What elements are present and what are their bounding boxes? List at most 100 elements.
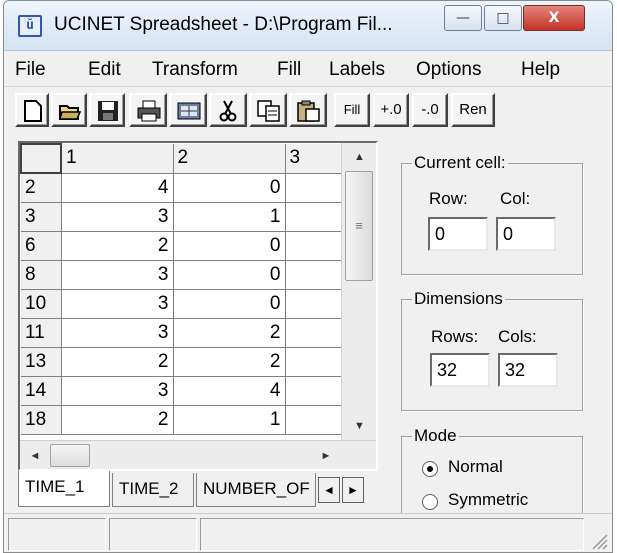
cut-button[interactable] [209,93,247,127]
table-row: 13 2 2 [21,347,343,377]
grid-cell[interactable] [285,289,343,319]
table-row: 8 3 0 [21,260,343,290]
current-cell-panel: Current cell: [401,153,583,275]
scroll-down-arrow-icon[interactable]: ▼ [342,412,376,440]
tab-scroll-right-icon[interactable]: ► [342,477,364,503]
scroll-up-arrow-icon[interactable]: ▲ [342,143,376,171]
menu-bar: File Edit Transform Fill Labels Options … [4,51,612,87]
status-cell [8,518,106,551]
grid-cell[interactable]: 1 [173,202,286,232]
grid-cell[interactable]: 2 [173,347,286,377]
grid-cell[interactable]: 0 [173,231,286,261]
remove-decimal-button[interactable]: -.0 [412,93,448,127]
grid-cell[interactable] [285,405,343,435]
cols-field[interactable]: 32 [498,353,558,387]
column-header[interactable]: 2 [173,144,286,174]
grid-cell[interactable] [285,347,343,377]
close-button[interactable]: X [523,5,585,31]
menu-labels[interactable]: Labels [329,59,385,81]
cols-label: Cols: [498,327,537,346]
grid-cell[interactable]: 0 [173,173,286,203]
grid-cell[interactable]: 3 [61,202,174,232]
grid-cell[interactable] [285,202,343,232]
print-button[interactable] [129,93,167,127]
rows-label: Rows: [431,327,479,346]
save-button[interactable] [89,93,125,127]
current-col-field[interactable]: 0 [496,217,556,251]
grid-cell[interactable]: 3 [61,260,174,290]
row-header[interactable]: 2 [21,173,62,203]
column-header[interactable]: 3 [285,144,343,174]
copy-button[interactable] [249,93,287,127]
current-row-field[interactable]: 0 [428,217,488,251]
mode-normal-label[interactable]: Normal [448,457,503,477]
grid-cell[interactable]: 3 [61,289,174,319]
ucinet-app-icon[interactable]: ŭ [18,15,42,37]
grid-cell[interactable]: 0 [173,260,286,290]
fill-button[interactable]: Fill [334,93,370,127]
grid-cell[interactable]: 0 [173,289,286,319]
tab-number-of[interactable]: NUMBER_OF [196,473,316,507]
horizontal-scrollbar[interactable]: ◄ ► [20,440,376,469]
minimize-button[interactable]: — [444,5,482,31]
tab-time-1[interactable]: TIME_1 [18,471,110,507]
resize-grip-icon[interactable] [590,532,608,550]
row-header[interactable]: 10 [21,289,62,319]
row-header[interactable]: 3 [21,202,62,232]
grid-cell[interactable]: 1 [173,405,286,435]
scroll-left-arrow-icon[interactable]: ◄ [20,441,50,469]
maximize-button[interactable]: □ [484,5,522,31]
add-decimal-button[interactable]: +.0 [373,93,409,127]
grid-cell[interactable] [285,173,343,203]
status-cell [109,518,197,551]
menu-edit[interactable]: Edit [88,59,121,81]
dimensions-legend: Dimensions [414,289,503,308]
grid-cell[interactable] [285,231,343,261]
title-bar: ŭ UCINET Spreadsheet - D:\Program Fil...… [4,1,612,51]
grid-cell[interactable]: 4 [61,173,174,203]
rows-field[interactable]: 32 [430,353,490,387]
column-header[interactable]: 1 [61,144,174,174]
vertical-scrollbar[interactable]: ▲ ≡ ▼ [341,143,376,440]
vertical-scroll-thumb[interactable]: ≡ [345,171,373,281]
matrix-icon [177,102,201,120]
scroll-right-arrow-icon[interactable]: ► [311,441,341,469]
tab-time-2[interactable]: TIME_2 [112,473,194,507]
row-header[interactable]: 13 [21,347,62,377]
row-header[interactable]: 18 [21,405,62,435]
grid-cell[interactable]: 2 [61,231,174,261]
grid-cell[interactable]: 3 [61,318,174,348]
grid-cell[interactable]: 2 [173,318,286,348]
rename-button[interactable]: Ren [451,93,495,127]
row-header[interactable]: 8 [21,260,62,290]
grid-cell[interactable] [285,260,343,290]
row-header[interactable]: 11 [21,318,62,348]
menu-help[interactable]: Help [521,59,560,81]
grid-corner-cell[interactable] [20,143,62,174]
grid-cell[interactable] [285,318,343,348]
menu-transform[interactable]: Transform [152,59,238,81]
grid-cell[interactable]: 2 [61,405,174,435]
menu-options[interactable]: Options [416,59,481,81]
spreadsheet-grid[interactable]: 1 2 3 2 4 0 3 3 1 6 2 0 8 3 0 10 3 0 11 … [18,141,378,471]
open-button[interactable] [51,93,87,127]
new-document-button[interactable] [15,93,49,127]
save-disk-icon [98,101,118,121]
new-document-icon [24,100,42,122]
mode-symmetric-label[interactable]: Symmetric [448,490,528,510]
tab-scroll-left-icon[interactable]: ◄ [318,477,340,503]
grid-cell[interactable] [285,376,343,406]
matrix-button[interactable] [169,93,207,127]
paste-button[interactable] [289,93,327,127]
grid-cell[interactable]: 4 [173,376,286,406]
horizontal-scroll-thumb[interactable] [50,444,90,467]
row-header[interactable]: 14 [21,376,62,406]
mode-normal-radio[interactable] [422,461,438,477]
menu-fill[interactable]: Fill [277,59,301,81]
grid-cell[interactable]: 2 [61,347,174,377]
grid-cell[interactable]: 3 [61,376,174,406]
menu-file[interactable]: File [15,59,46,81]
mode-symmetric-radio[interactable] [422,494,438,510]
row-header[interactable]: 6 [21,231,62,261]
table-row: 2 4 0 [21,173,343,203]
